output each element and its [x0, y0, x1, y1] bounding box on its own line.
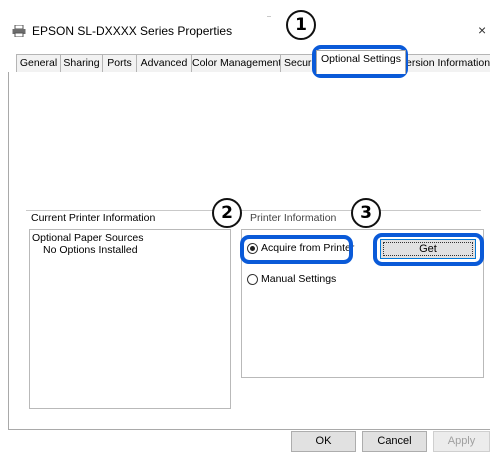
- callout-1: 1: [286, 10, 316, 40]
- current-info-line-1: Optional Paper Sources: [32, 232, 144, 244]
- radio-button-unselected[interactable]: [247, 274, 258, 285]
- callout-3: 3: [351, 198, 381, 228]
- tab-color-management[interactable]: Color Management: [191, 54, 281, 73]
- highlight-get-button: [373, 233, 484, 266]
- tab-advanced[interactable]: Advanced: [136, 54, 192, 73]
- tab-optional-settings[interactable]: Optional Settings: [316, 50, 406, 74]
- printer-icon: [12, 24, 26, 38]
- window-title: EPSON SL-DXXXX Series Properties: [32, 24, 233, 38]
- close-icon[interactable]: ×: [478, 22, 486, 38]
- manual-settings-label[interactable]: Manual Settings: [261, 273, 336, 285]
- current-info-heading: Current Printer Information: [29, 212, 158, 224]
- printer-info-heading: Printer Information: [248, 212, 339, 224]
- highlight-acquire-from-printer: [240, 235, 353, 264]
- tab-ports[interactable]: Ports: [102, 54, 137, 73]
- current-info-line-2: No Options Installed: [43, 244, 138, 256]
- current-info-list: Optional Paper Sources No Options Instal…: [29, 229, 231, 409]
- tab-general[interactable]: General: [16, 54, 61, 73]
- cancel-button[interactable]: Cancel: [362, 431, 427, 452]
- tab-sharing[interactable]: Sharing: [60, 54, 103, 73]
- current-info-group-line: [26, 210, 226, 211]
- callout-2: 2: [212, 198, 242, 228]
- tab-version-information[interactable]: ersion Information: [405, 54, 490, 73]
- apply-button[interactable]: Apply: [433, 431, 490, 452]
- title-bar: EPSON SL-DXXXX Series Properties ×: [0, 0, 490, 46]
- ok-button[interactable]: OK: [291, 431, 356, 452]
- callout-leader-line: [267, 16, 271, 17]
